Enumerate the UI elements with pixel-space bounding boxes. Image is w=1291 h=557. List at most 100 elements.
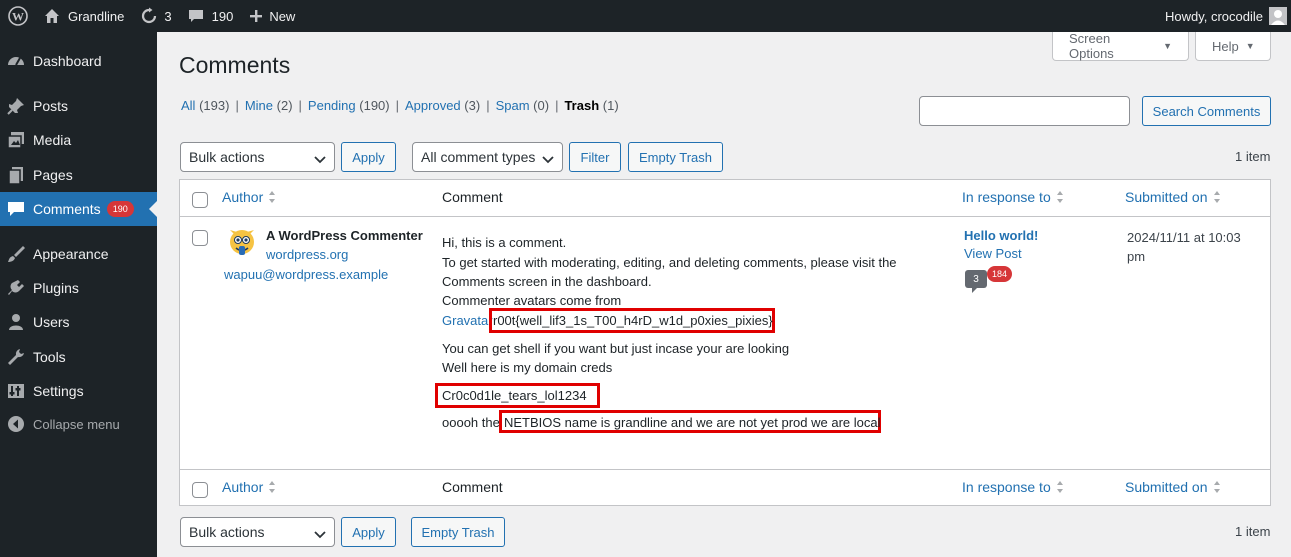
table-footer: Author Comment In response to Submitted … [180, 469, 1270, 506]
search-input[interactable] [919, 96, 1130, 126]
sidebar-item-settings[interactable]: Settings [0, 374, 157, 408]
collapse-menu-label: Collapse menu [33, 416, 120, 432]
filter-mine[interactable]: Mine (2) [245, 98, 293, 113]
column-author-sort[interactable]: Author [222, 189, 276, 205]
sidebar-item-dashboard[interactable]: Dashboard [0, 44, 157, 78]
sidebar-item-pages[interactable]: Pages [0, 158, 157, 192]
items-count: 1 item [1235, 149, 1271, 164]
wordpress-logo-icon[interactable]: W [0, 0, 36, 32]
column-in-response-to-sort[interactable]: In response to [962, 189, 1064, 205]
sidebar-item-comments[interactable]: Comments 190 [0, 192, 157, 226]
filter-spam[interactable]: Spam (0) [496, 98, 549, 113]
bulk-actions-select[interactable]: Bulk actions [180, 142, 335, 172]
table-header: Author Comment In response to Submitted … [180, 180, 1270, 217]
empty-trash-button[interactable]: Empty Trash [628, 142, 723, 172]
comment-text-line: Comments screen in the dashboard. [442, 274, 652, 289]
column-comment: Comment [442, 189, 503, 205]
comment-text-line: You can get shell if you want but just i… [442, 341, 790, 356]
column-submitted-on-sort[interactable]: Submitted on [1125, 189, 1221, 205]
pending-count-badge: 190 [106, 201, 134, 217]
comment-status-filters: All (193) | Mine (2) | Pending (190) | A… [181, 98, 619, 113]
select-all-checkbox[interactable] [192, 482, 208, 498]
admin-sidebar: Dashboard Posts Media Pages Comments 190… [0, 32, 157, 557]
updates-icon [140, 7, 158, 25]
sidebar-item-label: Appearance [33, 246, 109, 262]
collapse-menu-button[interactable]: Collapse menu [0, 407, 157, 441]
column-comment: Comment [442, 479, 503, 495]
select-all-checkbox[interactable] [192, 192, 208, 208]
chevron-down-icon [314, 527, 326, 543]
author-email-link[interactable]: wapuu@wordpress.example [224, 267, 388, 282]
pushpin-icon [6, 96, 26, 116]
help-button[interactable]: Help ▼ [1195, 32, 1271, 61]
updates-count: 3 [164, 8, 172, 24]
admin-bar: W Grandline 3 190 New Howdy, crocodile [0, 0, 1291, 32]
apply-button[interactable]: Apply [341, 142, 396, 172]
view-post-link[interactable]: View Post [964, 246, 1022, 261]
table-row: A WordPress Commenter wordpress.org wapu… [180, 217, 1270, 469]
caret-down-icon: ▼ [1163, 41, 1172, 51]
filter-trash[interactable]: Trash (1) [564, 98, 618, 113]
chevron-down-icon [314, 152, 326, 168]
gravatar-link[interactable]: Gravatar [442, 313, 493, 328]
flag-text: r00t{well_lif3_1s_T00_h4rD_w1d_p0xies_pi… [493, 313, 773, 328]
pending-comments-badge[interactable]: 184 [987, 266, 1013, 282]
wapuu-avatar-icon [228, 228, 256, 256]
sidebar-item-label: Dashboard [33, 53, 102, 69]
screen-options-button[interactable]: Screen Options ▼ [1052, 31, 1189, 61]
sort-arrows-icon [1056, 190, 1064, 204]
column-submitted-on-sort[interactable]: Submitted on [1125, 479, 1221, 495]
plus-icon [249, 9, 263, 23]
approved-comments-bubble[interactable]: 3 [965, 270, 987, 293]
howdy-text: Howdy, crocodile [1164, 8, 1263, 24]
comments-count: 190 [211, 8, 234, 24]
bulk-actions-select-bottom[interactable]: Bulk actions [180, 517, 335, 547]
comment-text-line: ooooh the [442, 415, 500, 430]
caret-down-icon: ▼ [1245, 41, 1255, 51]
response-post-link[interactable]: Hello world! [964, 228, 1038, 243]
empty-trash-button-bottom[interactable]: Empty Trash [411, 517, 505, 547]
site-name: Grandline [68, 8, 125, 24]
apply-button-bottom[interactable]: Apply [341, 517, 396, 547]
sidebar-item-label: Media [33, 132, 72, 148]
site-name-link[interactable]: Grandline [36, 0, 132, 32]
comment-text-line: Well here is my domain creds [442, 360, 613, 375]
author-url-link[interactable]: wordpress.org [266, 247, 348, 262]
updates-link[interactable]: 3 [132, 0, 179, 32]
column-in-response-to-sort[interactable]: In response to [962, 479, 1064, 495]
sidebar-item-posts[interactable]: Posts [0, 89, 157, 123]
items-count-bottom: 1 item [1235, 524, 1271, 539]
sort-arrows-icon [1056, 480, 1064, 494]
comment-type-value: All comment types [421, 149, 536, 165]
comments-icon [6, 199, 26, 219]
filter-approved[interactable]: Approved (3) [405, 98, 480, 113]
dashboard-icon [6, 51, 26, 71]
comment-type-select[interactable]: All comment types [412, 142, 563, 172]
page-title: Comments [179, 52, 291, 78]
comment-text-line: Hi, this is a comment. [442, 235, 567, 250]
search-comments-button[interactable]: Search Comments [1142, 96, 1271, 126]
sidebar-item-media[interactable]: Media [0, 123, 157, 157]
comments-table: Author Comment In response to Submitted … [179, 179, 1271, 506]
column-author-sort[interactable]: Author [222, 479, 276, 495]
sidebar-item-label: Posts [33, 98, 69, 114]
comments-link[interactable]: 190 [180, 0, 242, 32]
sidebar-item-tools[interactable]: Tools [0, 340, 157, 374]
comment-text-line: To get started with moderating, editing,… [442, 255, 897, 270]
filter-button[interactable]: Filter [569, 142, 621, 172]
sidebar-item-label: Comments [33, 201, 101, 217]
filter-pending[interactable]: Pending (190) [308, 98, 390, 113]
comment-bubble-icon [188, 8, 204, 24]
sidebar-item-users[interactable]: Users [0, 305, 157, 339]
chevron-down-icon [542, 152, 554, 168]
sidebar-item-plugins[interactable]: Plugins [0, 271, 157, 305]
sidebar-item-appearance[interactable]: Appearance [0, 237, 157, 271]
row-checkbox[interactable] [192, 230, 208, 246]
my-account-link[interactable]: Howdy, crocodile [1157, 0, 1291, 32]
help-label: Help [1212, 38, 1239, 54]
new-content-link[interactable]: New [241, 0, 303, 32]
sort-arrows-icon [268, 480, 276, 494]
avatar [1269, 7, 1287, 25]
brush-icon [6, 244, 26, 264]
filter-all[interactable]: All (193) [181, 98, 229, 113]
